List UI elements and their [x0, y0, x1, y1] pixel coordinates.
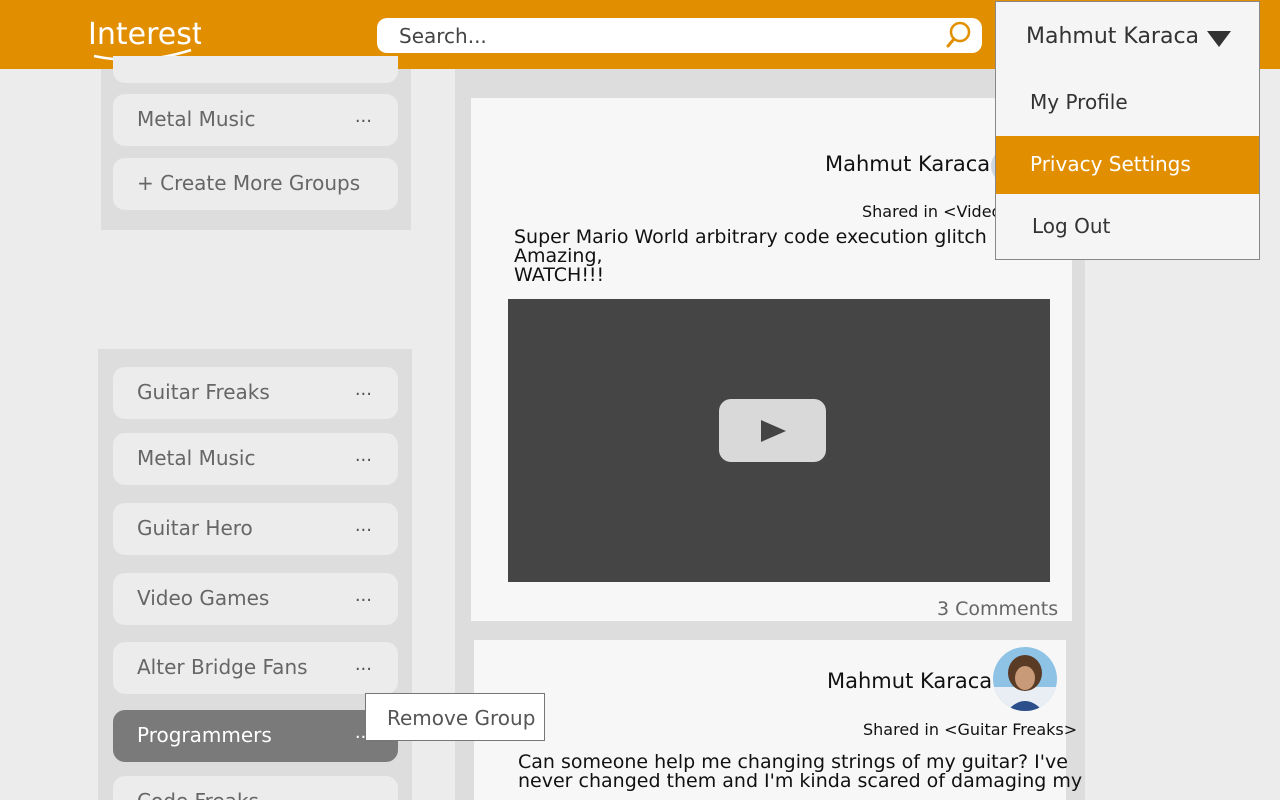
post-text: Super Mario World arbitrary code executi…: [514, 226, 987, 286]
post-text: Can someone help me changing strings of …: [518, 751, 1083, 792]
user-name[interactable]: Mahmut Karaca: [1026, 24, 1199, 49]
group-item-guitar-hero[interactable]: Guitar Hero ...: [113, 503, 398, 555]
group-item-partial[interactable]: [113, 56, 398, 83]
user-dropdown-menu: Mahmut Karaca My Profile Privacy Setting…: [995, 1, 1260, 260]
post-author[interactable]: Mahmut Karaca: [825, 152, 990, 176]
group-label: Guitar Freaks: [137, 380, 270, 404]
group-more-button[interactable]: ...: [355, 379, 372, 400]
group-item-metal-music[interactable]: Metal Music ...: [113, 433, 398, 485]
avatar[interactable]: [993, 647, 1057, 711]
group-label: Metal Music: [137, 446, 256, 470]
search-icon[interactable]: [945, 20, 973, 48]
group-item-guitar-freaks[interactable]: Guitar Freaks ...: [113, 367, 398, 419]
group-label: Programmers: [137, 723, 272, 747]
group-more-button[interactable]: ...: [355, 106, 372, 127]
menu-item-my-profile[interactable]: My Profile: [996, 74, 1259, 132]
group-label: Metal Music: [137, 107, 256, 131]
comments-link[interactable]: 3 Comments: [937, 598, 1058, 620]
group-item-metal-music[interactable]: Metal Music ...: [113, 94, 398, 146]
play-button[interactable]: [719, 399, 826, 462]
group-context-menu: Remove Group: [365, 693, 545, 741]
group-more-button[interactable]: ...: [355, 654, 372, 675]
menu-item-log-out[interactable]: Log Out: [996, 198, 1259, 256]
shared-in-link[interactable]: Shared in <Guitar Freaks>: [863, 720, 1077, 739]
menu-item-privacy-settings[interactable]: Privacy Settings: [996, 136, 1259, 194]
group-more-button[interactable]: ...: [355, 515, 372, 536]
group-more-button[interactable]: ...: [355, 585, 372, 606]
group-more-button[interactable]: ...: [355, 445, 372, 466]
create-more-groups-button[interactable]: + Create More Groups: [113, 158, 398, 210]
group-label: Alter Bridge Fans: [137, 655, 308, 679]
remove-group-option[interactable]: Remove Group: [387, 706, 535, 730]
play-icon: [761, 420, 786, 442]
search-input[interactable]: [377, 18, 939, 53]
chevron-down-icon[interactable]: [1207, 31, 1231, 47]
group-item-code-freaks[interactable]: Code Freaks: [113, 776, 398, 800]
post-author[interactable]: Mahmut Karaca: [827, 669, 992, 693]
create-more-label: + Create More Groups: [137, 171, 361, 195]
search-bar: [377, 18, 982, 53]
group-label: Video Games: [137, 586, 270, 610]
group-label: Code Freaks: [137, 789, 259, 800]
group-item-video-games[interactable]: Video Games ...: [113, 573, 398, 625]
group-item-alter-bridge-fans[interactable]: Alter Bridge Fans ...: [113, 642, 398, 694]
group-item-programmers[interactable]: Programmers ...: [113, 710, 398, 762]
svg-text:Interestr: Interestr: [88, 17, 201, 52]
group-label: Guitar Hero: [137, 516, 253, 540]
